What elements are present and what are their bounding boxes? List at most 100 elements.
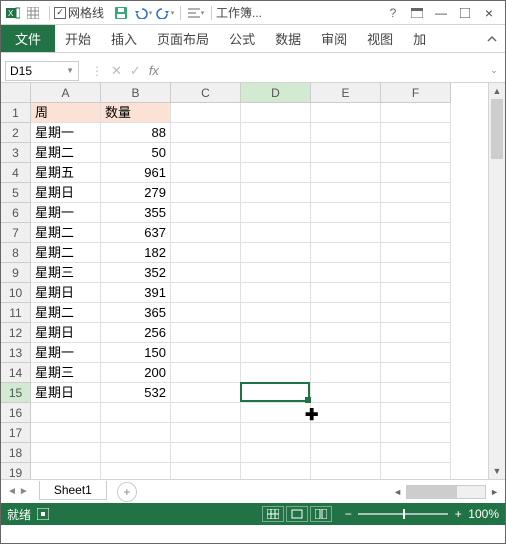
cell[interactable] — [311, 403, 381, 423]
cell[interactable] — [311, 103, 381, 123]
cell[interactable] — [101, 423, 171, 443]
tab-data[interactable]: 数据 — [265, 25, 311, 52]
cell[interactable] — [171, 203, 241, 223]
cell[interactable] — [171, 283, 241, 303]
row-header[interactable]: 13 — [1, 343, 31, 363]
tab-home[interactable]: 开始 — [55, 25, 101, 52]
scroll-thumb[interactable] — [491, 99, 503, 159]
row-header[interactable]: 5 — [1, 183, 31, 203]
cell[interactable] — [381, 363, 451, 383]
cell[interactable] — [311, 163, 381, 183]
cell[interactable]: 352 — [101, 263, 171, 283]
cell[interactable] — [381, 243, 451, 263]
cell[interactable]: 星期一 — [31, 123, 101, 143]
cell[interactable] — [241, 243, 311, 263]
add-sheet-button[interactable]: + — [117, 482, 137, 502]
cell[interactable]: 星期日 — [31, 383, 101, 403]
cell[interactable] — [171, 223, 241, 243]
row-header[interactable]: 19 — [1, 463, 31, 479]
cell[interactable] — [171, 323, 241, 343]
cell[interactable] — [311, 263, 381, 283]
cell[interactable] — [241, 203, 311, 223]
cell[interactable]: 星期五 — [31, 163, 101, 183]
cell[interactable] — [381, 303, 451, 323]
cell[interactable] — [241, 183, 311, 203]
cell[interactable] — [241, 143, 311, 163]
cell[interactable] — [241, 283, 311, 303]
gridlines-checkbox[interactable]: ✓ — [54, 7, 66, 19]
horizontal-scrollbar[interactable]: ◄ ► — [391, 485, 505, 499]
cell[interactable] — [381, 103, 451, 123]
cell[interactable] — [241, 123, 311, 143]
cell[interactable] — [241, 463, 311, 479]
cell[interactable] — [171, 183, 241, 203]
tab-layout[interactable]: 页面布局 — [147, 25, 219, 52]
row-header[interactable]: 3 — [1, 143, 31, 163]
chevron-down-icon[interactable]: ▼ — [66, 66, 74, 75]
cell[interactable] — [171, 343, 241, 363]
tab-review[interactable]: 审阅 — [311, 25, 357, 52]
view-normal-icon[interactable] — [262, 506, 284, 522]
row-header[interactable]: 17 — [1, 423, 31, 443]
cell[interactable]: 星期二 — [31, 143, 101, 163]
close-button[interactable]: × — [477, 4, 501, 22]
cell[interactable]: 50 — [101, 143, 171, 163]
cell[interactable]: 279 — [101, 183, 171, 203]
column-header[interactable]: D — [241, 83, 311, 103]
cell[interactable]: 星期一 — [31, 343, 101, 363]
cell[interactable] — [241, 323, 311, 343]
cell[interactable] — [241, 223, 311, 243]
cell[interactable] — [241, 343, 311, 363]
dots-icon[interactable]: ⋮ — [91, 64, 103, 78]
cell[interactable] — [311, 123, 381, 143]
cell[interactable] — [381, 323, 451, 343]
row-header[interactable]: 7 — [1, 223, 31, 243]
cell[interactable] — [311, 203, 381, 223]
cell[interactable] — [381, 283, 451, 303]
cell[interactable] — [381, 183, 451, 203]
tab-file[interactable]: 文件 — [1, 25, 55, 52]
cell[interactable]: 150 — [101, 343, 171, 363]
cell[interactable] — [311, 303, 381, 323]
cell[interactable] — [381, 343, 451, 363]
cell[interactable]: 182 — [101, 243, 171, 263]
cancel-icon[interactable]: ✕ — [111, 63, 122, 79]
cell[interactable]: 星期日 — [31, 283, 101, 303]
cell[interactable] — [171, 403, 241, 423]
row-header[interactable]: 1 — [1, 103, 31, 123]
grid-icon[interactable] — [25, 5, 41, 21]
sheet-tab[interactable]: Sheet1 — [39, 481, 107, 500]
cell[interactable] — [381, 263, 451, 283]
cell[interactable] — [381, 383, 451, 403]
cell[interactable] — [171, 303, 241, 323]
cell[interactable] — [101, 403, 171, 423]
cell[interactable]: 周 — [31, 103, 101, 123]
tab-add[interactable]: 加 — [403, 25, 436, 52]
row-header[interactable]: 2 — [1, 123, 31, 143]
cell[interactable] — [241, 423, 311, 443]
cell[interactable]: 数量 — [101, 103, 171, 123]
row-header[interactable]: 14 — [1, 363, 31, 383]
cell[interactable]: 星期二 — [31, 303, 101, 323]
cells-area[interactable]: 周数量星期一88星期二50星期五961星期日279星期一355星期二637星期二… — [31, 103, 488, 479]
cell[interactable]: 星期日 — [31, 183, 101, 203]
cell[interactable] — [171, 423, 241, 443]
cell[interactable] — [171, 163, 241, 183]
cell[interactable] — [31, 423, 101, 443]
cell[interactable] — [381, 143, 451, 163]
cell[interactable]: 星期一 — [31, 203, 101, 223]
row-header[interactable]: 16 — [1, 403, 31, 423]
vertical-scrollbar[interactable]: ▲ ▼ — [488, 83, 505, 479]
cell[interactable] — [241, 363, 311, 383]
column-header[interactable]: E — [311, 83, 381, 103]
cell[interactable] — [311, 143, 381, 163]
cell[interactable] — [241, 403, 311, 423]
macro-icon[interactable] — [37, 508, 49, 520]
collapse-ribbon-icon[interactable] — [479, 25, 505, 52]
cell[interactable] — [171, 363, 241, 383]
cell[interactable] — [311, 343, 381, 363]
cell[interactable] — [381, 223, 451, 243]
cell[interactable]: 88 — [101, 123, 171, 143]
help-icon[interactable]: ? — [381, 4, 405, 22]
cell[interactable] — [311, 443, 381, 463]
